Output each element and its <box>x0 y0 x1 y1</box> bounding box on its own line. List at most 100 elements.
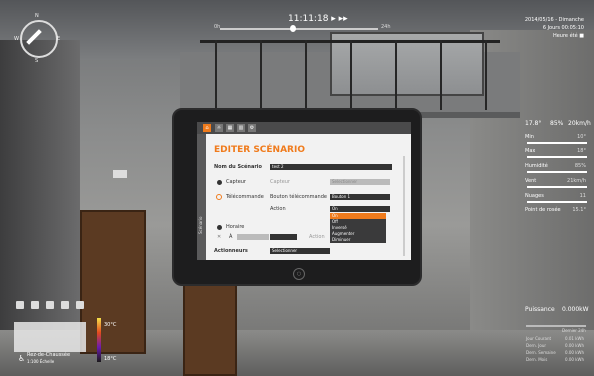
railing-post <box>350 40 352 110</box>
plan-tab-icon[interactable]: ▦ <box>226 124 234 132</box>
temp-low: 18°C <box>104 356 117 362</box>
phone-icon[interactable] <box>61 301 69 309</box>
weather-row-bar <box>527 142 587 144</box>
compass-west: W <box>14 36 19 42</box>
tablet-sidebar[interactable] <box>197 134 206 260</box>
tablet-toolbar: ⌂ ☼ ▦ ▥ ⚙ <box>197 122 411 134</box>
sidebar-label: Scénario <box>198 216 203 234</box>
weather-row-label: Humidité <box>525 163 548 169</box>
compass-north: N <box>35 13 39 19</box>
person-icon[interactable] <box>16 301 24 309</box>
weather-row-bar <box>527 171 587 173</box>
railing-post <box>395 40 397 110</box>
home-icon[interactable] <box>31 301 39 309</box>
close-icon[interactable]: ✕ <box>217 234 221 240</box>
time-from-input[interactable] <box>237 234 269 240</box>
weather-row-value: 21km/h <box>567 178 586 184</box>
weather-row-bar <box>527 201 587 203</box>
weather-row-label: Vent <box>525 178 537 184</box>
capteur-radio[interactable] <box>217 180 222 185</box>
actionneurs-select[interactable]: Selectionner <box>270 248 330 254</box>
weather-row-value: 11 <box>579 193 586 199</box>
toolbar-icons <box>16 294 91 313</box>
power-period-header: Dernier 24h <box>562 328 586 333</box>
action-label: Action <box>270 206 286 212</box>
wall-sensor[interactable] <box>113 170 127 178</box>
power-row-value: 0.00 kWh <box>565 350 584 355</box>
weather-row-bar <box>527 156 587 158</box>
power-row-label: Jour Courant <box>526 336 552 341</box>
settings-tab-icon[interactable]: ⚙ <box>248 124 256 132</box>
dropdown-option[interactable]: Diminuer <box>330 237 386 243</box>
action-dropdown[interactable]: On Off Inversé Augmenter Diminuer <box>330 213 386 243</box>
telecommande-radio[interactable] <box>216 194 222 200</box>
railing-post <box>440 40 442 110</box>
weather-row-value: 18° <box>577 148 586 154</box>
action2-label: Action <box>309 234 325 240</box>
left-door[interactable] <box>80 210 146 354</box>
tablet-screen: ⌂ ☼ ▦ ▥ ⚙ Scénario EDITER SCÉNARIO Nom d… <box>197 122 411 260</box>
home-tab-icon[interactable]: ⌂ <box>203 124 211 132</box>
weather-row-value: 15.1° <box>572 207 586 213</box>
time-slider-max: 24h <box>381 24 391 30</box>
power-value: 0.000kW <box>562 306 589 313</box>
date-line: 2014/05/16 - Dimanche <box>524 17 584 23</box>
horaire-label: Horaire <box>226 224 245 230</box>
weather-wind: 20km/h <box>568 120 591 127</box>
duration-line: 6 Jours 00:05:10 <box>542 25 584 31</box>
temperature-scale <box>97 318 101 362</box>
temp-high: 30°C <box>104 322 117 328</box>
time-slider-handle[interactable] <box>290 25 296 32</box>
page-title: EDITER SCÉNARIO <box>214 145 305 155</box>
floor-plan-minimap[interactable] <box>14 322 86 352</box>
horaire-radio[interactable] <box>217 225 222 230</box>
railing-post <box>485 40 487 110</box>
capteur-select[interactable]: Selectionner <box>330 179 390 185</box>
telecommande-select[interactable]: Bouton 1 <box>330 194 390 200</box>
weather-humidity: 85% <box>550 120 564 127</box>
weather-row-label: Point de rosée <box>525 207 561 213</box>
power-label: Puissance <box>525 306 555 313</box>
weather-row-label: Min <box>525 134 534 140</box>
tablet-home-button[interactable]: ○ <box>293 268 305 280</box>
weather-row-label: Max <box>525 148 536 154</box>
chart-tab-icon[interactable]: ▥ <box>237 124 245 132</box>
power-row-label: Dern. Jour <box>526 343 546 348</box>
compass[interactable] <box>20 20 58 58</box>
center-door[interactable] <box>183 282 237 376</box>
scale-label: 1:100 Échelle <box>27 359 55 364</box>
weather-row-bar <box>527 186 587 188</box>
time-to-input[interactable] <box>270 234 297 240</box>
light-tab-icon[interactable]: ☼ <box>215 124 223 132</box>
time-slider[interactable] <box>220 28 378 30</box>
railing-post <box>215 40 217 110</box>
clock-display[interactable]: 11:11:18 ▸ ▸▸ <box>288 14 348 24</box>
scenario-name-label: Nom du Scénario <box>214 164 262 170</box>
scenario-name-input[interactable]: test 2 <box>270 164 392 170</box>
telecommande-label: Télécommande <box>226 194 264 200</box>
level-icon: ♿ <box>18 354 26 363</box>
capteur-sublabel: Capteur <box>270 179 290 185</box>
screen-icon[interactable] <box>46 301 54 309</box>
capteur-label: Capteur <box>226 179 246 185</box>
power-row-label: Dern. Semaine <box>526 350 556 355</box>
power-row-value: 0.00 kWh <box>565 343 584 348</box>
power-row-value: 0.01 kWh <box>565 336 584 341</box>
book-icon[interactable] <box>76 301 84 309</box>
actionneurs-label: Actionneurs <box>214 248 248 254</box>
summer-time-toggle[interactable]: Heure été ■ <box>525 32 584 40</box>
level-label[interactable]: Rez-de-Chaussée <box>27 352 70 358</box>
compass-south: S <box>35 58 39 64</box>
scrollbar[interactable] <box>403 156 405 256</box>
action-select[interactable]: On <box>330 206 390 212</box>
compass-east: E <box>57 36 61 42</box>
railing-post <box>305 40 307 110</box>
railing-post <box>260 40 262 110</box>
power-row-value: 0.00 kWh <box>565 357 584 362</box>
weather-row-value: 85% <box>574 163 586 169</box>
weather-temp: 17.8° <box>525 120 542 127</box>
weather-row-value: 10° <box>577 134 586 140</box>
power-bar <box>526 325 586 327</box>
date-panel: 2014/05/16 - Dimanche 6 Jours 00:05:10 H… <box>525 16 584 40</box>
power-row-label: Dern. Mois <box>526 357 548 362</box>
